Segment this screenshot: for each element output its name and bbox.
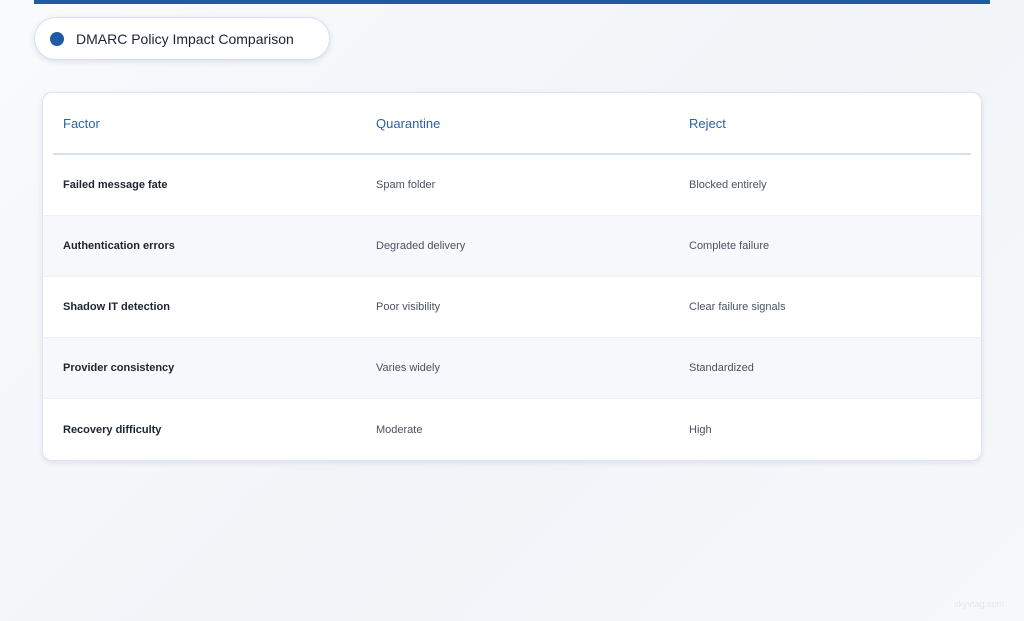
row-factor: Failed message fate (63, 179, 168, 191)
table-row: Authentication errors Degraded delivery … (43, 216, 981, 277)
table-row: Recovery difficulty Moderate High (43, 399, 981, 460)
watermark: skyvtag.com (953, 599, 1004, 609)
row-quarantine-value: Varies widely (376, 362, 440, 374)
row-reject-value: Clear failure signals (689, 301, 786, 313)
comparison-table: Factor Quarantine Reject Failed message … (42, 92, 982, 461)
row-reject-value: High (689, 423, 712, 436)
table-row: Provider consistency Varies widely Stand… (43, 338, 981, 399)
row-reject-value: Blocked entirely (689, 179, 767, 191)
row-reject-value: Standardized (689, 362, 754, 374)
row-quarantine-value: Moderate (376, 423, 423, 436)
row-factor: Provider consistency (63, 362, 175, 374)
row-quarantine-value: Spam folder (376, 179, 436, 191)
top-accent-bar (34, 0, 990, 4)
table-row: Shadow IT detection Poor visibility Clea… (43, 277, 981, 338)
page-title-badge: DMARC Policy Impact Comparison (34, 17, 330, 60)
table-header-row: Factor Quarantine Reject (43, 93, 981, 154)
row-quarantine-value: Poor visibility (376, 301, 441, 313)
page-title: DMARC Policy Impact Comparison (76, 30, 294, 47)
bullet-dot-icon (50, 31, 64, 46)
row-factor: Recovery difficulty (63, 423, 162, 436)
column-header-reject: Reject (689, 116, 726, 131)
row-factor: Shadow IT detection (63, 301, 170, 313)
column-header-factor: Factor (63, 116, 100, 131)
column-header-quarantine: Quarantine (376, 116, 441, 131)
table-row: Failed message fate Spam folder Blocked … (43, 155, 981, 216)
row-quarantine-value: Degraded delivery (376, 240, 466, 252)
row-factor: Authentication errors (63, 240, 175, 252)
row-reject-value: Complete failure (689, 240, 770, 252)
